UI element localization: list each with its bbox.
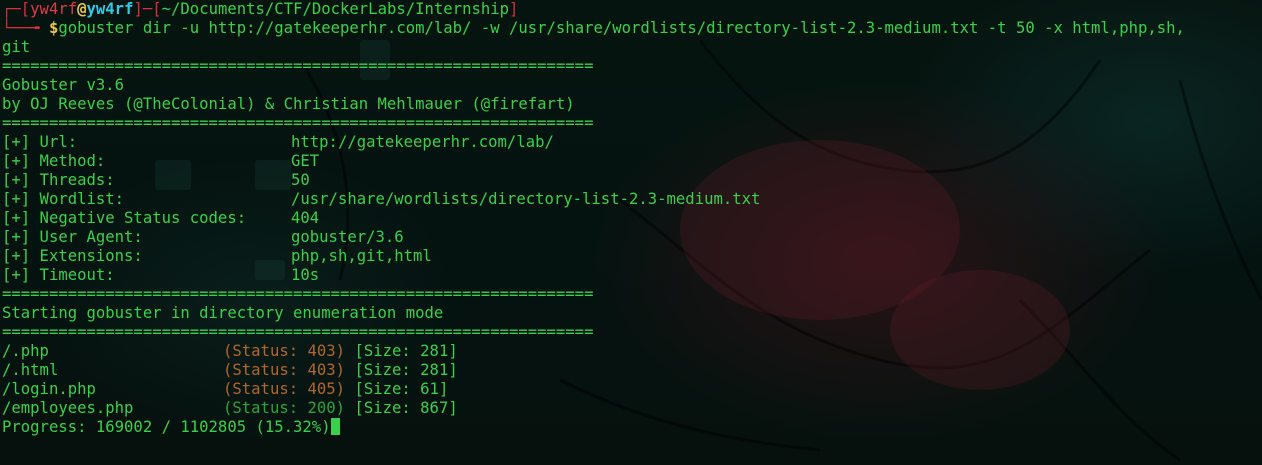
config-value: 404 (291, 209, 320, 227)
result-row: /employees.php (Status: 200) [Size: 867] (2, 399, 1260, 418)
config-row: [+] Url: http://gatekeeperhr.com/lab/ (2, 133, 1260, 152)
config-label: [+] Threads: (2, 171, 115, 189)
separator: ========================================… (2, 114, 594, 132)
config-row: [+] Extensions: php,sh,git,html (2, 247, 1260, 266)
config-row: [+] Timeout: 10s (2, 266, 1260, 285)
result-status: (Status: 200) (223, 399, 346, 417)
prompt-line: ┌─[yw4rf@yw4rf]─[~/Documents/CTF/DockerL… (2, 0, 519, 18)
banner-authors: by OJ Reeves (@TheColonial) & Christian … (2, 95, 575, 113)
command-text: gobuster dir -u http://gatekeeperhr.com/… (58, 19, 1185, 37)
result-status: (Status: 403) (223, 361, 346, 379)
config-label: [+] Url: (2, 133, 78, 151)
result-row: /login.php (Status: 405) [Size: 61] (2, 380, 1260, 399)
config-value: GET (291, 152, 320, 170)
config-row: [+] Wordlist: /usr/share/wordlists/direct… (2, 190, 1260, 209)
config-label: [+] Timeout: (2, 266, 115, 284)
result-size: [Size: 867] (354, 399, 458, 417)
result-row: /.php (Status: 403) [Size: 281] (2, 342, 1260, 361)
config-value: /usr/share/wordlists/directory-list-2.3-… (291, 190, 761, 208)
terminal-output: ┌─[yw4rf@yw4rf]─[~/Documents/CTF/DockerL… (2, 0, 1260, 437)
terminal-window[interactable]: ┌─[yw4rf@yw4rf]─[~/Documents/CTF/DockerL… (0, 0, 1262, 465)
result-size: [Size: 281] (354, 342, 458, 360)
terminal-cursor (330, 418, 340, 435)
config-value: 50 (291, 171, 310, 189)
config-value: http://gatekeeperhr.com/lab/ (291, 133, 554, 151)
config-label: [+] Extensions: (2, 247, 143, 265)
result-status: (Status: 403) (223, 342, 346, 360)
result-path: /.php (2, 342, 49, 360)
result-path: /.html (2, 361, 59, 379)
progress-text: Progress: 169002 / 1102805 (15.32%) (2, 418, 331, 436)
command-continuation: git (2, 38, 31, 56)
command-line[interactable]: └──╼ $gobuster dir -u http://gatekeeperh… (2, 19, 1260, 38)
progress-line: Progress: 169002 / 1102805 (15.32%) (2, 418, 1260, 437)
result-row: /.html (Status: 403) [Size: 281] (2, 361, 1260, 380)
config-row: [+] Negative Status codes: 404 (2, 209, 1260, 228)
result-status: (Status: 405) (223, 380, 346, 398)
prompt-at: @ (77, 0, 87, 18)
result-path: /login.php (2, 380, 96, 398)
config-label: [+] Negative Status codes: (2, 209, 247, 227)
config-label: [+] Wordlist: (2, 190, 125, 208)
result-size: [Size: 281] (354, 361, 458, 379)
mode-message: Starting gobuster in directory enumerati… (2, 304, 444, 322)
config-row: [+] Method: GET (2, 152, 1260, 171)
prompt-symbol: $ (48, 19, 59, 37)
config-row: [+] User Agent: gobuster/3.6 (2, 228, 1260, 247)
config-value: php,sh,git,html (291, 247, 432, 265)
separator: ========================================… (2, 285, 594, 303)
config-label: [+] User Agent: (2, 228, 143, 246)
config-label: [+] Method: (2, 152, 106, 170)
banner-title: Gobuster v3.6 (2, 76, 125, 94)
prompt-host: yw4rf (86, 0, 134, 18)
separator: ========================================… (2, 323, 594, 341)
config-row: [+] Threads: 50 (2, 171, 1260, 190)
result-size: [Size: 61] (354, 380, 449, 398)
result-path: /employees.php (2, 399, 134, 417)
prompt-user: yw4rf (30, 0, 78, 18)
config-value: 10s (291, 266, 320, 284)
prompt-cwd: ~/Documents/CTF/DockerLabs/Internship (161, 0, 510, 18)
separator: ========================================… (2, 57, 594, 75)
config-value: gobuster/3.6 (291, 228, 404, 246)
